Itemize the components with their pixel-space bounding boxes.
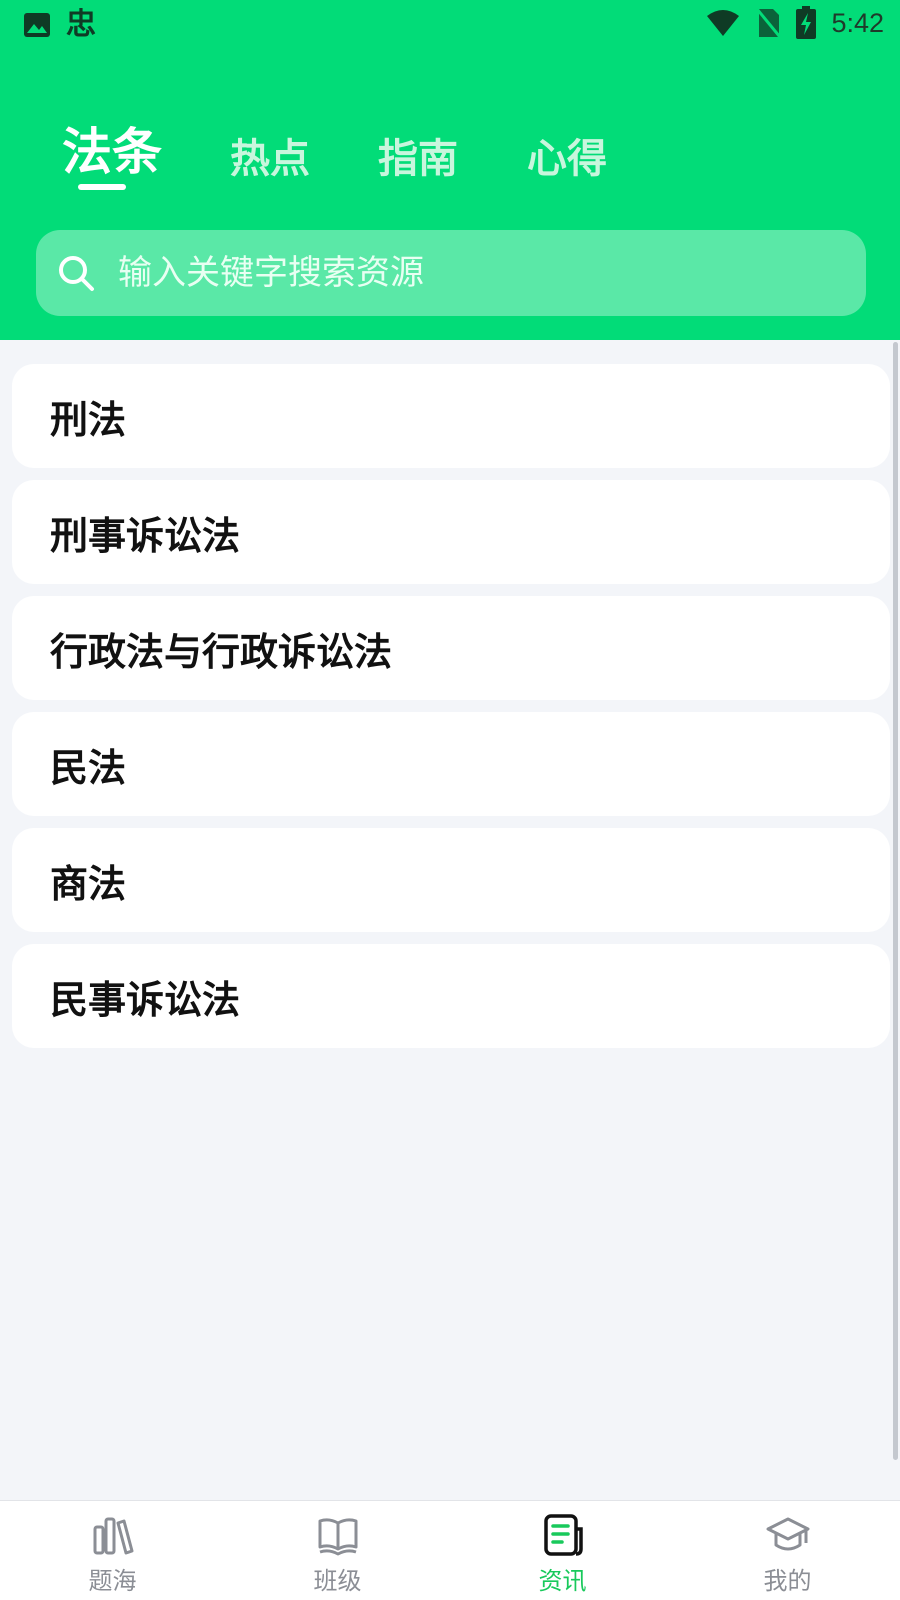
search-icon [59, 256, 94, 291]
no-sim-icon [756, 8, 782, 38]
tab-xinde[interactable]: 心得 [527, 126, 607, 184]
list-item[interactable]: 民事诉讼法 [12, 944, 890, 1048]
list-item-label: 行政法与行政诉讼法 [50, 629, 393, 674]
law-category-list: 刑法 刑事诉讼法 行政法与行政诉讼法 民法 商法 民事诉讼法 [12, 364, 890, 1060]
nav-label: 我的 [763, 1567, 812, 1595]
list-item-label: 民事诉讼法 [50, 977, 241, 1022]
tab-zhinan[interactable]: 指南 [378, 126, 458, 184]
wifi-icon [707, 10, 740, 36]
list-item[interactable]: 民法 [12, 712, 890, 816]
books-icon [93, 1517, 133, 1555]
battery-charging-icon [796, 6, 817, 39]
list-item-label: 刑法 [50, 397, 127, 442]
news-icon [543, 1514, 583, 1556]
list-item-label: 商法 [50, 861, 127, 906]
nav-item-tihai[interactable]: 题海 [0, 1501, 225, 1600]
status-bar: 忠 5:42 [0, 0, 900, 50]
nav-label: 题海 [88, 1567, 137, 1595]
tab-fatiao[interactable]: 法条 [62, 112, 162, 184]
image-icon [24, 13, 50, 37]
list-item-label: 刑事诉讼法 [50, 513, 241, 558]
bottom-nav: 题海 班级 资讯 我的 [0, 1500, 900, 1600]
nav-item-banji[interactable]: 班级 [225, 1501, 450, 1600]
header: 忠 5:42 法条 热点 指南 心得 [0, 0, 900, 340]
tab-redian[interactable]: 热点 [230, 126, 310, 184]
nav-label: 资讯 [538, 1567, 587, 1595]
list-item[interactable]: 刑法 [12, 364, 890, 468]
list-item-label: 民法 [50, 745, 127, 790]
search-bar[interactable] [36, 230, 866, 316]
open-book-icon [318, 1518, 357, 1556]
graduation-cap-icon [766, 1517, 809, 1551]
list-item[interactable]: 行政法与行政诉讼法 [12, 596, 890, 700]
active-tab-indicator [78, 184, 126, 190]
nav-label: 班级 [313, 1567, 362, 1595]
nav-item-wode[interactable]: 我的 [675, 1501, 900, 1600]
nav-item-zixun[interactable]: 资讯 [450, 1501, 675, 1600]
app-notification-icon: 忠 [66, 7, 96, 42]
search-input[interactable] [118, 243, 866, 303]
list-item[interactable]: 商法 [12, 828, 890, 932]
clock: 5:42 [831, 7, 884, 38]
scrollbar[interactable] [893, 342, 898, 1460]
list-item[interactable]: 刑事诉讼法 [12, 480, 890, 584]
